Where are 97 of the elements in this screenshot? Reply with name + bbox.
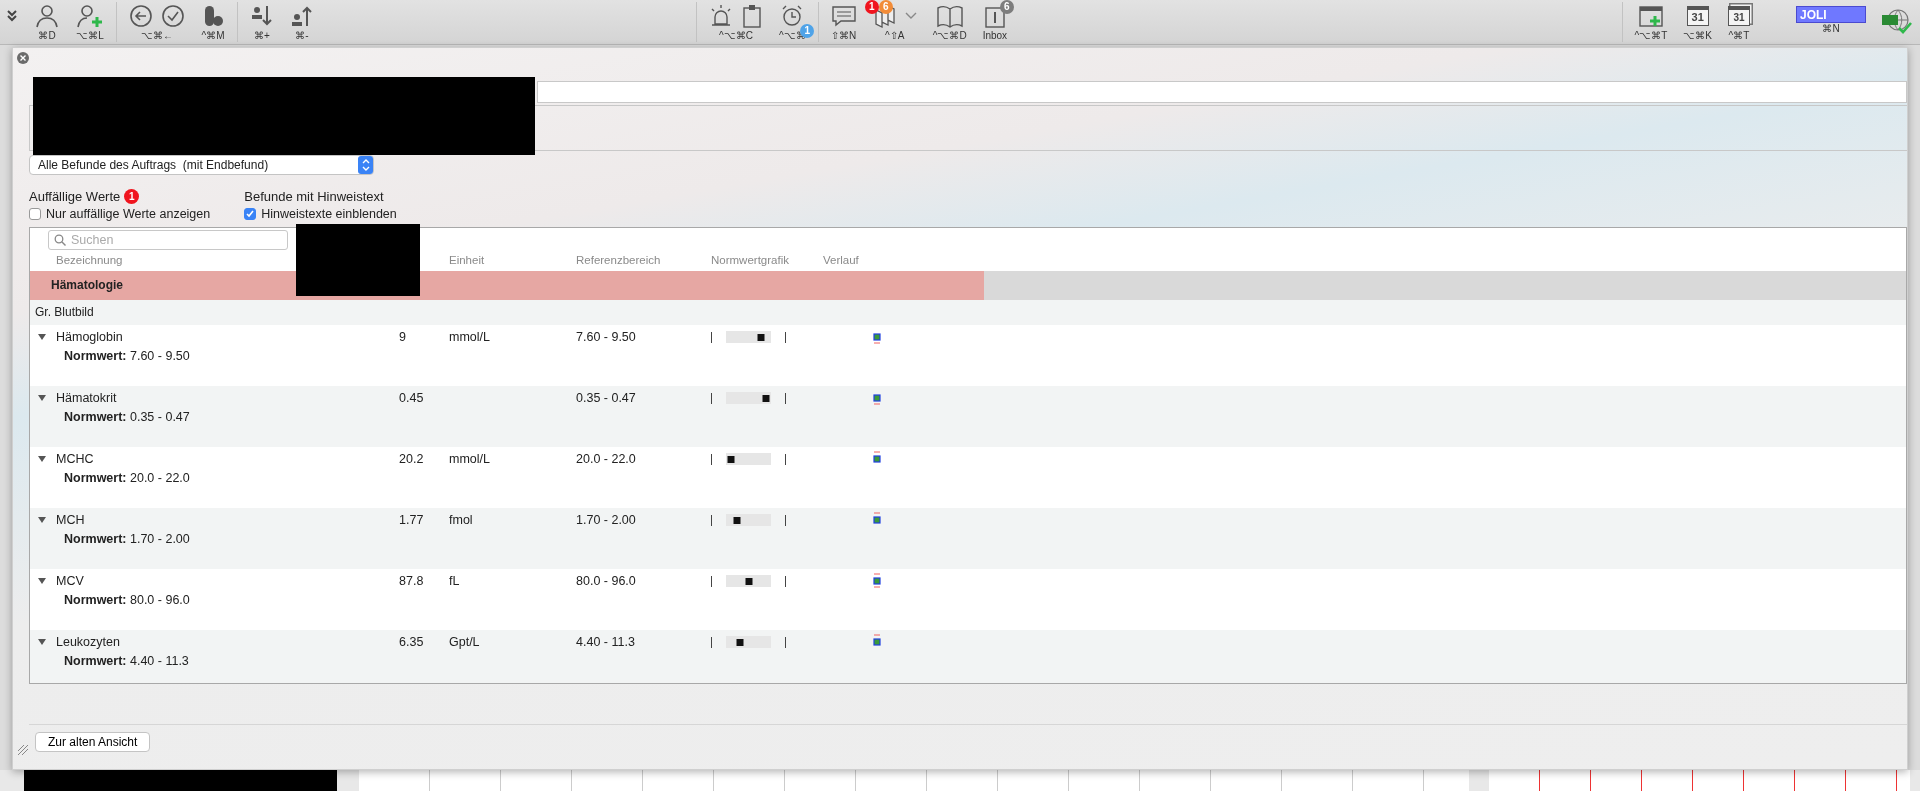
chat-icon [830, 4, 857, 28]
network-status-icon [1880, 8, 1912, 36]
toolbar-button[interactable]: 1 6 ^⇧A [866, 0, 923, 44]
chevron-down-icon [904, 12, 917, 20]
toolbar-button[interactable]: 6 Inbox [976, 0, 1014, 44]
sort-up-icon [290, 4, 314, 28]
range-limit-mark [785, 331, 786, 343]
table-cell: mmol/L [449, 330, 490, 344]
group-label: Gr. Blutbild [30, 300, 1906, 325]
table-cell-text: Hämoglobin [56, 330, 124, 344]
toolbar-button[interactable]: 31 ⌥⌘K [1677, 0, 1718, 44]
search-field[interactable]: Suchen [48, 230, 288, 250]
table-cell-text: 0.35 - 0.47 [576, 391, 637, 405]
table-cell: mmol/L [449, 452, 490, 466]
calendar-icon: 31 [1686, 6, 1709, 26]
count-badge: 1 [864, 0, 879, 14]
table-cell-text: Hämatokrit [56, 391, 118, 405]
table-cell-text: 20.0 - 22.0 [576, 452, 637, 466]
shortcut-label: ⌘N [1822, 23, 1840, 35]
column-header[interactable]: Verlauf [823, 254, 859, 266]
table-cell-text: 7.60 - 9.50 [576, 330, 637, 344]
table-cell-text: Leukozyten [56, 635, 121, 649]
toolbar-button[interactable]: ⌥⌘← [123, 0, 191, 44]
toolbar-button[interactable]: ^⌥⌘C [703, 0, 769, 44]
checkbox-option[interactable]: Hinweistexte einblenden [244, 205, 397, 222]
table-cell-text: 4.40 - 11.3 [576, 635, 636, 649]
stacked-calendar-icon: 31 [1728, 6, 1750, 26]
table-cell-text: 1.70 - 2.00 [576, 513, 637, 527]
column-header[interactable]: Einheit [449, 254, 485, 266]
dropdown-arrows-icon [358, 156, 373, 174]
double-chevron-icon [6, 9, 18, 23]
table-cell-text: 1.77 [399, 513, 425, 527]
toolbar-button[interactable]: ⌥⌘L [70, 0, 110, 44]
range-limit-mark [785, 575, 786, 587]
count-badge: 6 [999, 0, 1014, 14]
range-limit-mark [785, 453, 786, 465]
toolbar-button[interactable]: ⇧⌘N [824, 0, 863, 44]
range-limit-mark [711, 514, 712, 526]
section-heading: Auffällige Werte [29, 188, 121, 204]
table-cell-text: 20.2 [399, 452, 425, 466]
report-filter-dropdown[interactable]: Alle Befunde des Auftrags (mit Endbefund) [29, 155, 374, 175]
table-cell-text: MCH [56, 513, 86, 527]
checkmark-icon [161, 4, 185, 28]
table-cell-text: 9 [399, 330, 407, 344]
reference-note: Normwert: 20.0 - 22.0 [63, 471, 191, 485]
reference-note: Normwert: 7.60 - 9.50 [63, 349, 191, 363]
range-limit-mark [785, 636, 786, 648]
range-limit-mark [711, 453, 712, 465]
toolbar-button[interactable]: ^⌥⌘D [926, 0, 973, 44]
reference-note: Normwert: 4.40 - 11.3 [63, 654, 190, 668]
calendar-add-icon [1637, 4, 1664, 28]
column-header[interactable]: Referenzbereich [576, 254, 661, 266]
resize-icon[interactable] [17, 744, 29, 756]
open-book-icon [935, 4, 964, 28]
alarm-light-icon [709, 4, 733, 28]
toolbar-button[interactable]: ⌘D [28, 0, 66, 44]
toolbar-button[interactable]: 31 ^⌘T [1722, 0, 1756, 44]
sort-down-icon [250, 4, 274, 28]
table-cell-text: MCV [56, 574, 85, 588]
close-icon[interactable] [17, 52, 29, 64]
search-icon [54, 234, 66, 246]
range-limit-mark [711, 331, 712, 343]
person-icon [34, 4, 60, 28]
table-cell-text: 87.8 [399, 574, 425, 588]
range-limit-mark [711, 575, 712, 587]
checkbox[interactable] [244, 207, 257, 220]
column-header[interactable]: Bezeichnung [56, 254, 123, 266]
table-cell-text: 6.35 [399, 635, 425, 649]
table-cell-text: MCHC [56, 452, 95, 466]
toolbar-button[interactable]: ^⌥⌘T [1628, 0, 1674, 44]
column-header[interactable]: Normwertgrafik [711, 254, 789, 266]
reference-note: Normwert: 0.35 - 0.47 [63, 410, 191, 424]
checkbox-option[interactable]: Nur auffällige Werte anzeigen [29, 205, 211, 222]
person-add-icon [76, 4, 104, 28]
inbox-icon [983, 4, 1006, 28]
count-badge: 1 [124, 188, 140, 204]
toolbar-button[interactable]: ⌘- [284, 0, 320, 44]
text-field[interactable] [537, 81, 1907, 103]
toolbar-button[interactable]: ⌘+ [244, 0, 280, 44]
checkbox[interactable] [29, 207, 41, 220]
table-cell: Gpt/L [449, 635, 480, 649]
reference-note: Normwert: 1.70 - 2.00 [63, 532, 191, 546]
clipboard-icon [741, 4, 763, 28]
count-badge: 6 [878, 0, 893, 14]
table-cell-text: 80.0 - 96.0 [576, 574, 637, 588]
table-cell: fL [449, 574, 460, 588]
old-view-button[interactable]: Zur alten Ansicht [35, 732, 151, 752]
user-field[interactable]: JOLI [1796, 6, 1866, 23]
table-cell-text: 0.45 [399, 391, 425, 405]
range-limit-mark [785, 392, 786, 404]
reference-note: Normwert: 80.0 - 96.0 [63, 593, 191, 607]
range-limit-mark [785, 514, 786, 526]
range-limit-mark [711, 392, 712, 404]
section-heading: Befunde mit Hinweistext [244, 188, 384, 204]
table-cell: fmol [449, 513, 473, 527]
range-limit-mark [711, 636, 712, 648]
toolbar-button[interactable]: ^⌘M [195, 0, 231, 44]
